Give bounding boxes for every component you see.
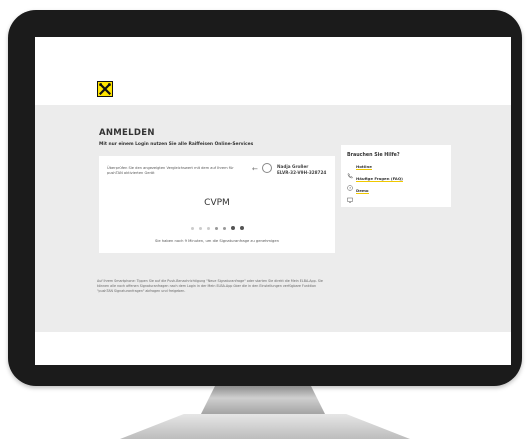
progress-dot-active: [230, 226, 235, 230]
instruction-note: Auf Ihrem Smartphone: Tippen Sie auf die…: [97, 279, 323, 293]
help-box: Brauchen Sie Hilfe? Hotline ? Häufige Fr…: [341, 145, 451, 207]
login-card: Überprüfen Sie den angezeigten Vergleich…: [99, 156, 335, 253]
help-item-hotline[interactable]: Hotline: [347, 164, 372, 179]
comparison-code: CVPM: [204, 198, 230, 208]
faq-link[interactable]: Häufige Fragen (FAQ): [356, 176, 403, 182]
monitor-bezel: ANMELDEN Mit nur einem Login nutzen Sie …: [8, 10, 522, 386]
help-item-faq[interactable]: ? Häufige Fragen (FAQ): [347, 176, 403, 191]
progress-dot: [206, 226, 210, 230]
screen: ANMELDEN Mit nur einem Login nutzen Sie …: [35, 37, 511, 365]
hotline-link[interactable]: Hotline: [356, 164, 372, 170]
instruction-text: Überprüfen Sie den angezeigten Vergleich…: [107, 166, 234, 175]
screen-icon: [347, 188, 353, 203]
monitor-base: [120, 414, 410, 439]
user-name: Nadja Großer: [277, 164, 309, 169]
raiffeisen-logo[interactable]: [97, 81, 113, 97]
header: [35, 37, 511, 105]
arrow-left-icon: ←: [252, 165, 258, 173]
progress-dot: [190, 226, 194, 230]
progress-dot: [214, 226, 218, 230]
user-code: ELVR-32-V9H-328724: [277, 170, 327, 175]
device-icon: [262, 163, 272, 173]
progress-dot-active: [239, 226, 244, 230]
progress-dot: [198, 226, 202, 230]
phone-icon: [347, 164, 353, 179]
page-title: ANMELDEN: [99, 128, 155, 138]
timer-text: Sie haben noch 9 Minuten, um die Signatu…: [155, 239, 279, 243]
page-subtitle: Mit nur einem Login nutzen Sie alle Raif…: [99, 142, 254, 147]
help-title: Brauchen Sie Hilfe?: [347, 153, 400, 158]
monitor-neck: [200, 386, 326, 416]
help-item-demo[interactable]: Demo: [347, 188, 369, 203]
question-icon: ?: [347, 176, 353, 191]
footer: [35, 332, 511, 365]
progress-dots: [99, 226, 335, 230]
demo-link[interactable]: Demo: [356, 188, 369, 194]
progress-dot: [222, 226, 226, 230]
main-content: ANMELDEN Mit nur einem Login nutzen Sie …: [35, 105, 511, 332]
